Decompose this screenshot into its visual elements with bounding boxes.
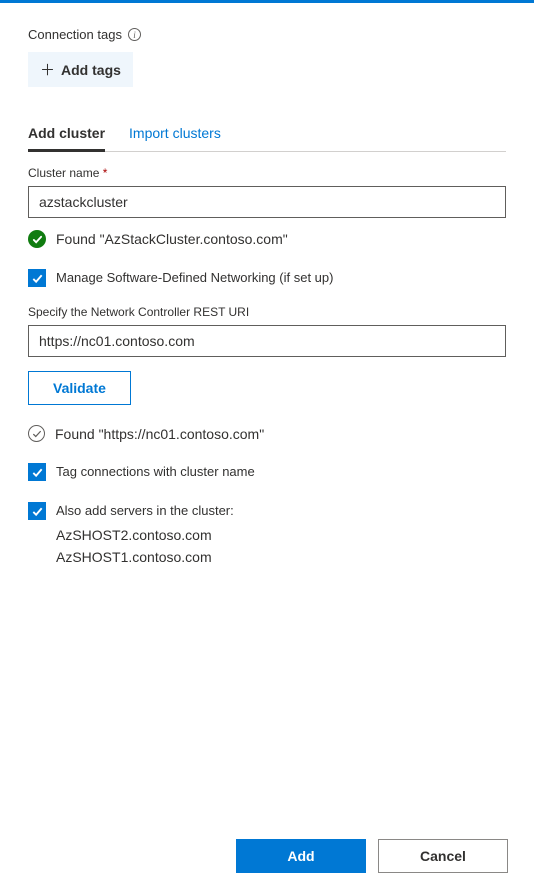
tabs: Add cluster Import clusters [28, 125, 506, 152]
nc-uri-input[interactable] [28, 325, 506, 357]
add-servers-label: Also add servers in the cluster: [56, 501, 234, 518]
validate-success-icon [28, 425, 45, 442]
required-indicator: * [99, 166, 107, 180]
server-item: AzSHOST1.contoso.com [56, 546, 506, 568]
cluster-name-label: Cluster name * [28, 166, 506, 180]
add-servers-checkbox[interactable] [28, 502, 46, 520]
tag-connections-checkbox[interactable] [28, 463, 46, 481]
manage-sdn-checkbox[interactable] [28, 269, 46, 287]
footer-actions: Add Cancel [236, 839, 508, 873]
cluster-name-input[interactable] [28, 186, 506, 218]
cluster-found-text: Found "AzStackCluster.contoso.com" [56, 231, 288, 247]
connection-tags-text: Connection tags [28, 27, 122, 42]
server-item: AzSHOST2.contoso.com [56, 524, 506, 546]
validate-button[interactable]: Validate [28, 371, 131, 405]
plus-icon: ＋ [40, 59, 55, 80]
server-list: AzSHOST2.contoso.com AzSHOST1.contoso.co… [56, 524, 506, 569]
tag-connections-label: Tag connections with cluster name [56, 462, 255, 479]
cancel-button[interactable]: Cancel [378, 839, 508, 873]
tab-add-cluster[interactable]: Add cluster [28, 125, 105, 152]
manage-sdn-label: Manage Software-Defined Networking (if s… [56, 268, 333, 285]
nc-found-text: Found "https://nc01.contoso.com" [55, 426, 264, 442]
info-icon[interactable]: i [128, 28, 141, 41]
add-button[interactable]: Add [236, 839, 366, 873]
cluster-found-status: Found "AzStackCluster.contoso.com" [28, 230, 506, 248]
add-tags-label: Add tags [61, 62, 121, 78]
success-check-icon [28, 230, 46, 248]
nc-uri-label: Specify the Network Controller REST URI [28, 305, 506, 319]
tab-import-clusters[interactable]: Import clusters [129, 125, 221, 152]
connection-tags-label: Connection tags i [28, 27, 506, 42]
add-tags-button[interactable]: ＋ Add tags [28, 52, 133, 87]
